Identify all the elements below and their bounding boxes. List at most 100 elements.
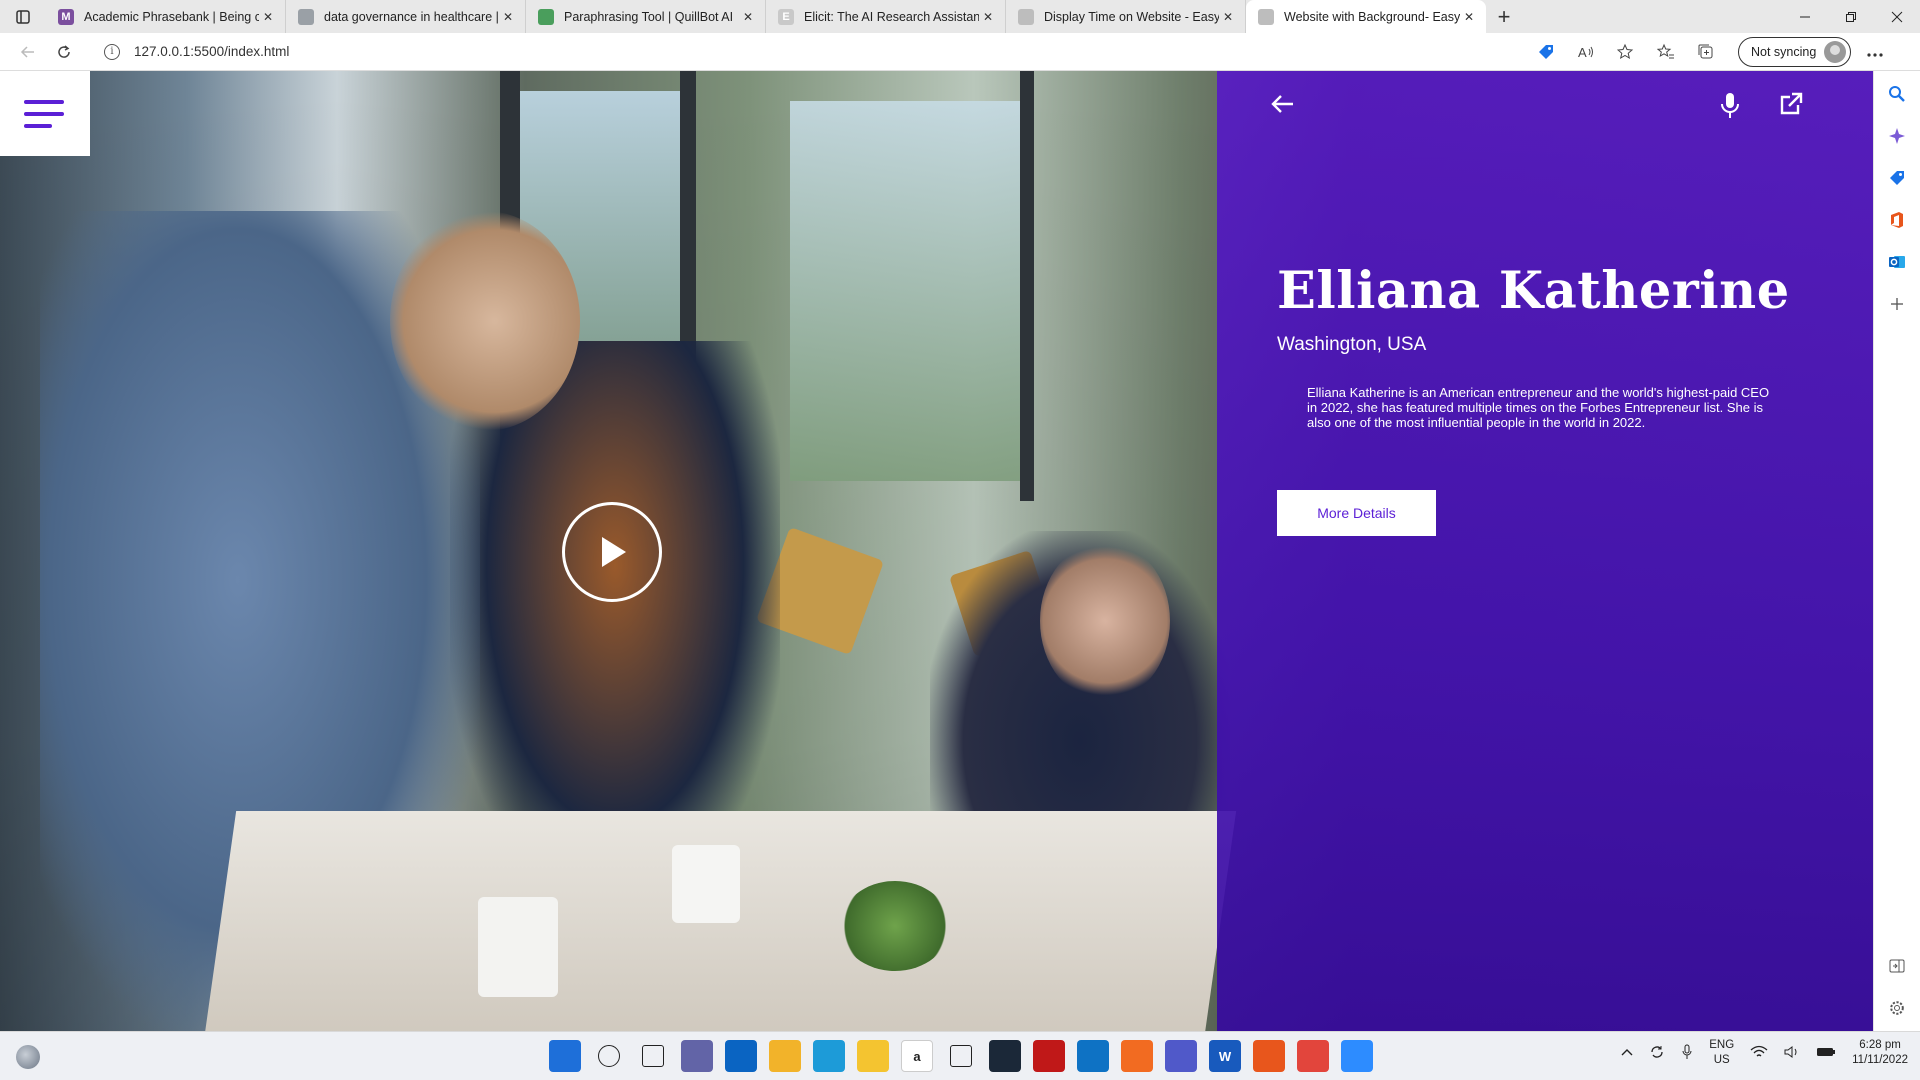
- windows-taskbar: a W ENG US 6:28 pm 11/11/2022: [0, 1031, 1920, 1080]
- back-arrow-icon: [20, 45, 34, 58]
- hero-name-heading: Elliana Katherine: [1277, 261, 1790, 321]
- sidebar-outlook-button[interactable]: [1886, 251, 1908, 273]
- refresh-icon: [58, 44, 70, 58]
- vscode-icon[interactable]: [1077, 1040, 1109, 1072]
- close-window-button[interactable]: [1874, 0, 1920, 33]
- add-favorite-button[interactable]: [1608, 37, 1644, 67]
- restore-button[interactable]: [1828, 0, 1874, 33]
- avast-icon[interactable]: [1121, 1040, 1153, 1072]
- open-external-button[interactable]: [1778, 91, 1804, 122]
- hero-description: Elliana Katherine is an American entrepr…: [1307, 385, 1770, 430]
- gear-icon: [1890, 1001, 1904, 1015]
- volume-icon[interactable]: [1784, 1045, 1800, 1062]
- microphone-icon: [1721, 93, 1739, 118]
- svg-text:A: A: [1578, 45, 1587, 60]
- mail-icon[interactable]: [725, 1040, 757, 1072]
- close-tab-icon[interactable]: ✕: [259, 10, 277, 24]
- sync-tray-icon[interactable]: [1649, 1044, 1665, 1063]
- dropbox-icon[interactable]: [950, 1045, 972, 1067]
- hamburger-menu-button[interactable]: [0, 71, 90, 156]
- clock-date: 11/11/2022: [1852, 1054, 1908, 1066]
- refresh-button[interactable]: [46, 34, 82, 70]
- file-explorer-icon[interactable]: [769, 1040, 801, 1072]
- more-details-button[interactable]: More Details: [1277, 490, 1436, 536]
- sparkle-icon: [1889, 128, 1905, 144]
- zoom-icon[interactable]: [1341, 1040, 1373, 1072]
- minimize-button[interactable]: [1782, 0, 1828, 33]
- show-hidden-icons-icon[interactable]: [1621, 1047, 1633, 1059]
- region-code: US: [1713, 1054, 1730, 1066]
- new-tab-button[interactable]: +: [1486, 4, 1522, 30]
- chrome-icon[interactable]: [1297, 1040, 1329, 1072]
- plus-icon: [1891, 298, 1903, 310]
- browser-tab[interactable]: E Elicit: The AI Research Assistant ✕: [766, 0, 1006, 33]
- tab-favicon-icon: M: [58, 8, 74, 25]
- task-view-icon[interactable]: [642, 1045, 664, 1067]
- browser-tab[interactable]: Website with Background- Easy ✕: [1246, 0, 1486, 33]
- back-button[interactable]: [10, 34, 46, 70]
- close-tab-icon[interactable]: ✕: [1460, 10, 1478, 24]
- browser-tab[interactable]: Paraphrasing Tool | QuillBot AI ✕: [526, 0, 766, 33]
- search-icon[interactable]: [598, 1045, 620, 1067]
- tab-actions-button[interactable]: [0, 0, 46, 33]
- browser-tab[interactable]: data governance in healthcare | ✕: [286, 0, 526, 33]
- read-aloud-icon: A: [1578, 45, 1593, 60]
- teams-chat-icon[interactable]: [681, 1040, 713, 1072]
- battery-icon[interactable]: [1816, 1046, 1836, 1061]
- steam-icon[interactable]: [989, 1040, 1021, 1072]
- search-icon: [1889, 86, 1905, 102]
- read-aloud-button[interactable]: A: [1568, 37, 1604, 67]
- url-text: 127.0.0.1:5500/index.html: [134, 44, 290, 59]
- profile-avatar-icon: [1824, 40, 1847, 63]
- teams-icon[interactable]: [1165, 1040, 1197, 1072]
- amazon-icon[interactable]: a: [901, 1040, 933, 1072]
- office-icon: [1891, 212, 1903, 228]
- microphone-button[interactable]: [1718, 91, 1742, 126]
- favorites-button[interactable]: [1648, 37, 1684, 67]
- edge-sidebar: [1873, 71, 1920, 1031]
- settings-more-button[interactable]: [1855, 41, 1895, 62]
- outlook-icon: [1889, 256, 1905, 268]
- sidebar-discover-button[interactable]: [1886, 125, 1908, 147]
- edge-icon[interactable]: [813, 1040, 845, 1072]
- tab-title: data governance in healthcare |: [324, 9, 499, 24]
- word-icon[interactable]: W: [1209, 1040, 1241, 1072]
- widgets-weather-icon[interactable]: [16, 1045, 40, 1069]
- tab-favicon-icon: [298, 8, 314, 25]
- sidebar-settings-button[interactable]: [1886, 997, 1908, 1019]
- sidebar-add-button[interactable]: [1886, 293, 1908, 315]
- language-indicator[interactable]: ENG US: [1709, 1038, 1734, 1068]
- sidebar-search-button[interactable]: [1886, 83, 1908, 105]
- norton-icon[interactable]: [857, 1040, 889, 1072]
- browser-tab[interactable]: Display Time on Website - Easy ✕: [1006, 0, 1246, 33]
- browser-tab-bar: M Academic Phrasebank | Being ca ✕ data gov…: [0, 0, 1920, 33]
- hero-back-button[interactable]: [1270, 91, 1296, 122]
- clock[interactable]: 6:28 pm 11/11/2022: [1852, 1038, 1908, 1068]
- external-link-icon: [1780, 92, 1803, 115]
- profile-sync-button[interactable]: Not syncing: [1738, 36, 1852, 67]
- browser-tab[interactable]: M Academic Phrasebank | Being ca ✕: [46, 0, 286, 33]
- office-icon[interactable]: [1253, 1040, 1285, 1072]
- start-icon[interactable]: [549, 1040, 581, 1072]
- close-tab-icon[interactable]: ✕: [979, 10, 997, 24]
- play-video-button[interactable]: [562, 502, 662, 602]
- tab-actions-icon: [16, 9, 30, 24]
- shopping-tag-icon: [1890, 171, 1904, 185]
- microphone-tray-icon[interactable]: [1681, 1044, 1693, 1063]
- address-bar: i 127.0.0.1:5500/index.html A Not syncin…: [0, 33, 1920, 71]
- close-tab-icon[interactable]: ✕: [499, 10, 517, 24]
- site-info-icon[interactable]: i: [104, 43, 120, 60]
- sidebar-office-button[interactable]: [1886, 209, 1908, 231]
- sidebar-hide-button[interactable]: [1886, 955, 1908, 977]
- collections-button[interactable]: [1688, 37, 1724, 67]
- coupon-button[interactable]: [1528, 37, 1564, 67]
- favorites-icon: [1657, 43, 1674, 58]
- mcafee-icon[interactable]: [1033, 1040, 1065, 1072]
- wifi-icon[interactable]: [1750, 1045, 1768, 1062]
- sidebar-shopping-button[interactable]: [1886, 167, 1908, 189]
- more-dots-icon: [1867, 53, 1883, 57]
- url-field[interactable]: i 127.0.0.1:5500/index.html: [88, 37, 1488, 67]
- close-tab-icon[interactable]: ✕: [739, 10, 757, 24]
- close-tab-icon[interactable]: ✕: [1219, 10, 1237, 24]
- tab-favicon-icon: [1018, 8, 1034, 25]
